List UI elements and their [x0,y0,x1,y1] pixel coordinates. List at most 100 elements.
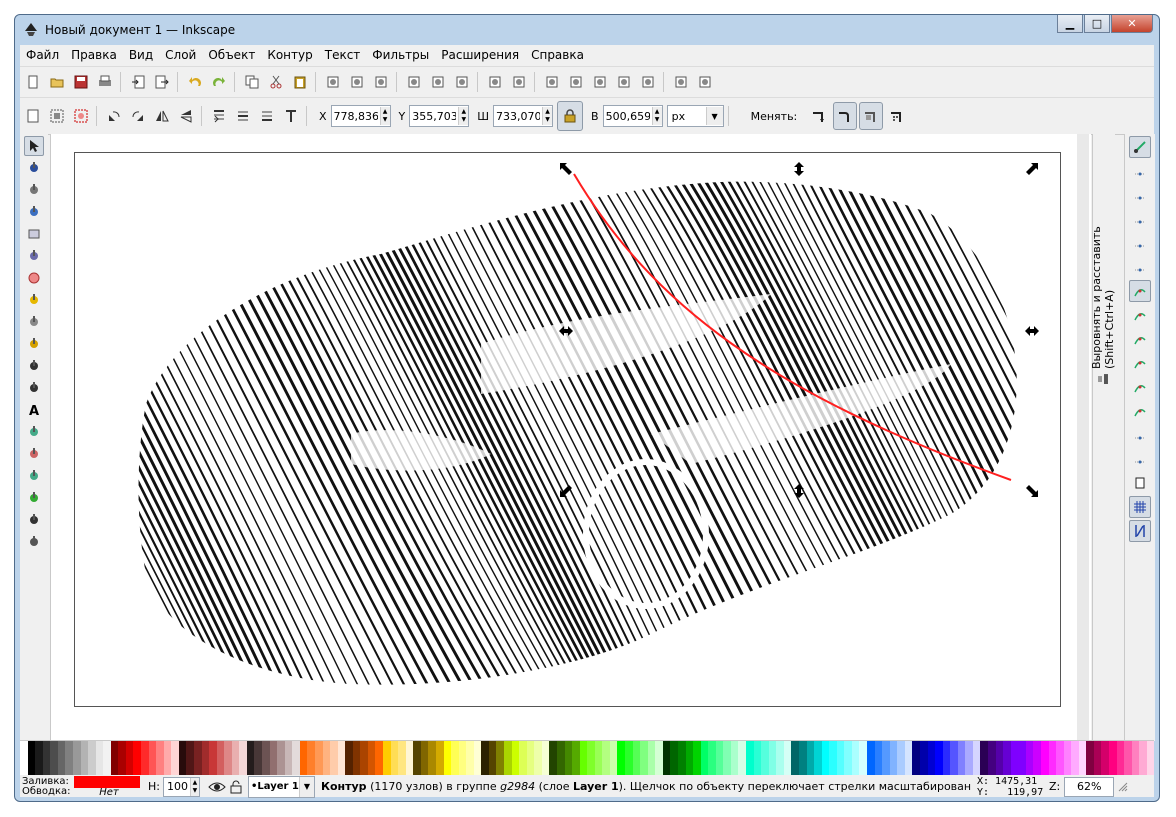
palette-swatch[interactable] [95,741,104,775]
palette-swatch[interactable] [655,741,663,775]
calligraphy-icon[interactable] [24,378,44,398]
maximize-button[interactable]: □ [1084,15,1110,33]
duplicate-icon[interactable] [403,71,425,93]
layer-lock-icon[interactable] [230,780,242,794]
y-spin-arrows-icon[interactable]: ▲ ▼ [458,107,469,125]
3dbox-icon[interactable] [24,246,44,266]
palette-swatch[interactable] [670,741,678,775]
tweak-icon[interactable] [24,180,44,200]
palette-swatch[interactable] [110,741,119,775]
palette-swatch[interactable] [874,741,883,775]
palette-swatch[interactable] [1078,741,1087,775]
zoom-field[interactable]: 62% [1064,776,1115,797]
snap-midpoint-icon[interactable] [1129,400,1151,422]
preferences-icon[interactable] [670,71,692,93]
circle-icon[interactable] [24,268,44,288]
snap-bbox-edge-icon[interactable] [1129,184,1151,206]
palette-swatch[interactable] [783,741,792,775]
palette-swatch[interactable] [171,741,179,775]
palette-swatch[interactable] [511,741,520,775]
palette-swatch[interactable] [1139,741,1147,775]
clone-icon[interactable] [427,71,449,93]
palette-swatch[interactable] [1003,741,1011,775]
lower-icon[interactable] [256,105,278,127]
zoom-selection-icon[interactable] [322,71,344,93]
rotate-cw-icon[interactable] [127,105,149,127]
palette-swatch[interactable] [473,741,482,775]
palette-swatch[interactable] [125,741,134,775]
palette-swatch[interactable] [1124,741,1132,775]
fill-stroke-icon[interactable] [541,71,563,93]
palette-swatch[interactable] [919,741,928,775]
h-input[interactable] [603,107,652,125]
palette-swatch[interactable] [730,741,739,775]
palette-swatch[interactable] [1010,741,1019,775]
palette-swatch[interactable] [957,741,966,775]
palette-swatch[interactable] [488,741,497,775]
palette-swatch[interactable] [1018,741,1026,775]
palette-swatch[interactable] [269,741,278,775]
palette-swatch[interactable] [163,741,172,775]
palette-swatch[interactable] [912,741,920,775]
scale-handle-right-icon[interactable] [1025,324,1039,338]
snap-rotation-icon[interactable] [1129,448,1151,470]
save-icon[interactable] [70,71,92,93]
x-spinbox[interactable]: ▲▼ [330,105,391,127]
palette-swatch[interactable] [829,741,837,775]
palette-swatch[interactable] [292,741,300,775]
palette-swatch[interactable] [851,741,860,775]
raise-icon[interactable] [232,105,254,127]
align-distribute-tab[interactable]: Выровнять и расставить (Shift+Ctrl+A) [1090,145,1116,385]
palette-swatch[interactable] [587,741,595,775]
select-all-layers-icon[interactable] [46,105,68,127]
palette-swatch[interactable] [708,741,716,775]
palette-swatch[interactable] [50,741,58,775]
fill-swatch[interactable] [74,775,140,788]
scale-handle-bottomright-icon[interactable] [1025,484,1039,498]
palette-swatch[interactable] [262,741,270,775]
transform-pattern-toggle[interactable] [885,102,909,130]
palette-swatch[interactable] [337,741,346,775]
palette-swatch[interactable] [435,741,444,775]
palette-swatch[interactable] [193,741,202,775]
palette-swatch[interactable] [466,741,474,775]
h-spin-arrows-icon[interactable]: ▲ ▼ [651,107,662,125]
car-hatching-drawing[interactable] [51,134,1091,741]
node-icon[interactable] [24,158,44,178]
export-icon[interactable] [151,71,173,93]
snap-guide-icon[interactable] [1129,520,1151,542]
layers-icon[interactable] [589,71,611,93]
palette-swatch[interactable] [451,741,459,775]
ungroup-icon[interactable] [508,71,530,93]
palette-swatch[interactable] [935,741,943,775]
drawing-canvas[interactable] [50,134,1091,741]
zoom-icon[interactable] [24,202,44,222]
palette-swatch[interactable] [65,741,73,775]
bucket-icon[interactable] [24,466,44,486]
scale-handle-bottom-icon[interactable] [792,484,806,498]
palette-swatch[interactable] [980,741,988,775]
rect-icon[interactable] [24,224,44,244]
palette-swatch[interactable] [141,741,149,775]
fill-stroke-indicator[interactable]: Нет [74,775,144,798]
palette-swatch[interactable] [254,741,262,775]
palette-swatch[interactable] [1131,741,1140,775]
menu-file[interactable]: Файл [20,48,65,62]
text-icon[interactable]: A [24,400,44,420]
palette-swatch[interactable] [965,741,973,775]
palette-swatch[interactable] [443,741,452,775]
palette-swatch[interactable] [519,741,527,775]
palette-swatch[interactable] [383,741,391,775]
palette-swatch[interactable] [224,741,232,775]
palette-swatch[interactable] [209,741,217,775]
text-font-icon[interactable] [565,71,587,93]
snap-cusp-icon[interactable] [1129,352,1151,374]
palette-swatch[interactable] [314,741,323,775]
scale-handle-left-icon[interactable] [559,324,573,338]
palette-swatch[interactable] [27,741,36,775]
palette-swatch[interactable] [1033,741,1041,775]
chevron-down-icon[interactable]: ▼ [705,107,723,125]
cut-icon[interactable] [265,71,287,93]
unlink-clone-icon[interactable] [451,71,473,93]
palette-swatch[interactable] [1048,741,1057,775]
